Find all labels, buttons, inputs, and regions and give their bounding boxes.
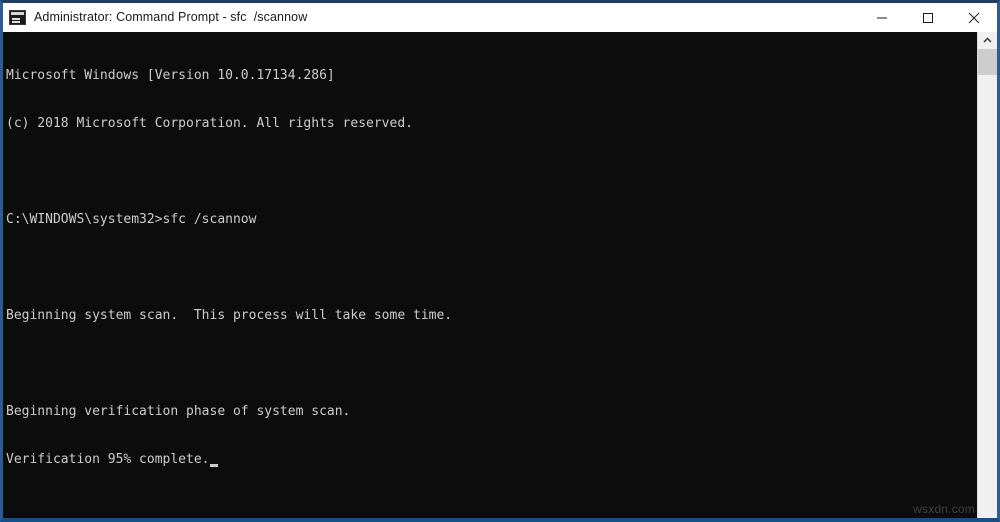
console-line: C:\WINDOWS\system32>sfc /scannow	[6, 212, 257, 227]
scrollbar-thumb[interactable]	[978, 49, 997, 75]
minimize-button[interactable]	[859, 3, 905, 32]
console-output[interactable]: Microsoft Windows [Version 10.0.17134.28…	[3, 32, 977, 518]
maximize-icon	[923, 12, 933, 23]
console-area: Microsoft Windows [Version 10.0.17134.28…	[3, 32, 997, 518]
text-cursor	[209, 464, 218, 467]
window-title: Administrator: Command Prompt - sfc /sca…	[34, 10, 308, 25]
close-icon	[968, 12, 980, 23]
console-line: Microsoft Windows [Version 10.0.17134.28…	[6, 68, 335, 83]
scrollbar-track[interactable]	[978, 75, 997, 518]
maximize-button[interactable]	[905, 3, 951, 32]
console-line-text: Verification 95% complete.	[6, 452, 210, 467]
minimize-icon	[877, 17, 887, 18]
close-button[interactable]	[951, 3, 997, 32]
title-bar-left: Administrator: Command Prompt - sfc /sca…	[3, 10, 859, 25]
console-line-with-cursor: Verification 95% complete.	[6, 452, 977, 468]
title-bar[interactable]: Administrator: Command Prompt - sfc /sca…	[3, 3, 997, 32]
command-prompt-icon	[9, 10, 26, 25]
command-prompt-window: Administrator: Command Prompt - sfc /sca…	[0, 0, 1000, 522]
window-controls	[859, 3, 997, 32]
console-line: Beginning verification phase of system s…	[6, 404, 351, 419]
chevron-up-icon	[983, 37, 992, 43]
scrollbar-up-button[interactable]	[978, 32, 997, 49]
console-line: (c) 2018 Microsoft Corporation. All righ…	[6, 116, 413, 131]
console-line: Beginning system scan. This process will…	[6, 308, 453, 323]
vertical-scrollbar[interactable]	[977, 32, 997, 518]
